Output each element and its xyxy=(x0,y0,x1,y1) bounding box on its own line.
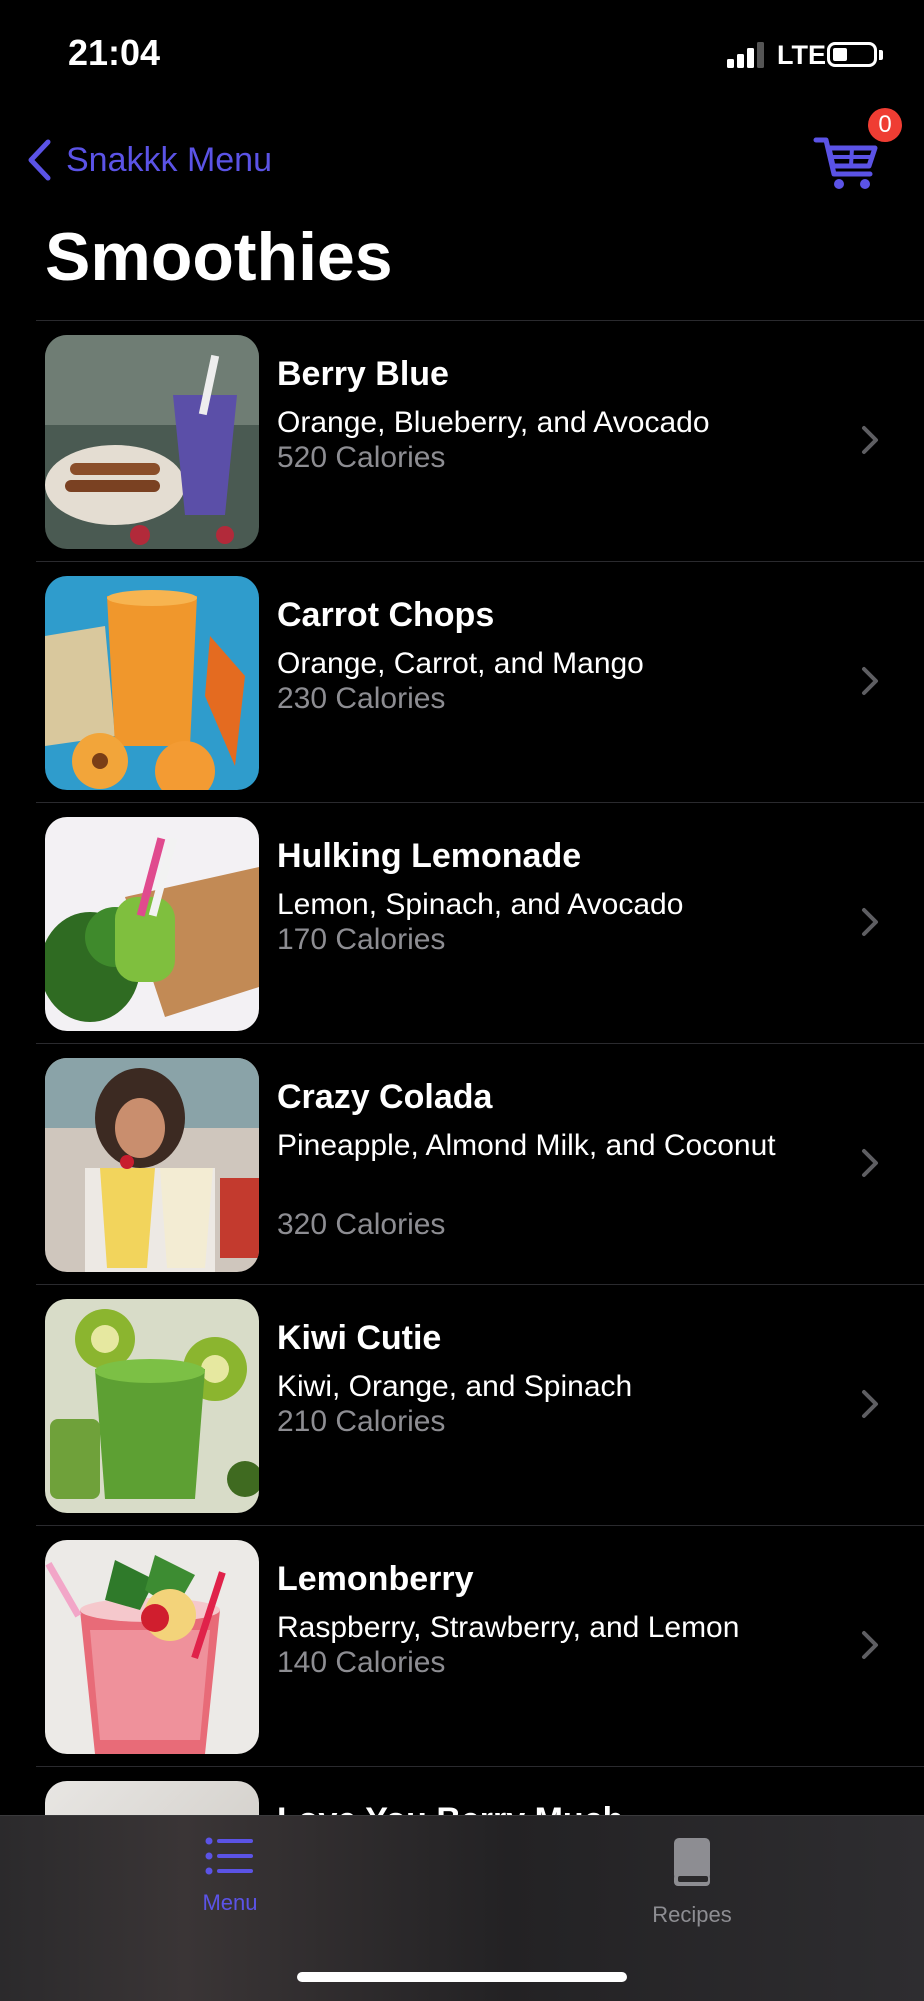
back-label: Snakkk Menu xyxy=(66,140,272,179)
chevron-right-icon xyxy=(862,908,878,936)
battery-icon xyxy=(827,42,877,67)
smoothie-ingredients: Lemon, Spinach, and Avocado xyxy=(277,888,684,921)
status-time: 21:04 xyxy=(68,32,161,73)
smoothie-calories: 320 Calories xyxy=(277,1208,446,1241)
smoothie-ingredients: Orange, Blueberry, and Avocado xyxy=(277,406,710,439)
page-title: Smoothies xyxy=(45,219,393,295)
list-item[interactable]: Carrot Chops Orange, Carrot, and Mango 2… xyxy=(36,561,924,802)
smoothie-image xyxy=(45,335,259,549)
chevron-right-icon xyxy=(862,667,878,695)
tab-menu-label: Menu xyxy=(202,1890,258,1915)
smoothie-ingredients: Raspberry, Strawberry, and Lemon xyxy=(277,1611,740,1644)
navigation-bar: Snakkk Menu xyxy=(0,120,924,200)
smoothie-image xyxy=(45,817,259,1031)
smoothie-image xyxy=(45,1299,259,1513)
smoothie-name: Lemonberry xyxy=(277,1560,474,1598)
tab-menu[interactable]: Menu xyxy=(140,1836,320,1956)
smoothie-name: Berry Blue xyxy=(277,355,449,393)
chevron-left-icon xyxy=(28,139,51,181)
smoothie-name: Carrot Chops xyxy=(277,596,495,634)
smoothie-calories: 210 Calories xyxy=(277,1405,446,1438)
chevron-right-icon xyxy=(862,426,878,454)
list-item[interactable]: Lemonberry Raspberry, Strawberry, and Le… xyxy=(36,1525,924,1766)
network-type: LTE xyxy=(777,40,826,70)
smoothie-image xyxy=(45,1540,259,1754)
signal-icon xyxy=(727,42,764,68)
smoothie-ingredients: Orange, Carrot, and Mango xyxy=(277,647,644,680)
smoothie-calories: 170 Calories xyxy=(277,923,446,956)
chevron-right-icon xyxy=(862,1631,878,1659)
smoothie-calories: 520 Calories xyxy=(277,441,446,474)
smoothie-calories: 230 Calories xyxy=(277,682,446,715)
chevron-right-icon xyxy=(862,1390,878,1418)
smoothie-name: Crazy Colada xyxy=(277,1078,493,1116)
list-icon xyxy=(205,1837,253,1875)
book-icon xyxy=(674,1838,710,1886)
battery-tip xyxy=(879,50,883,60)
smoothie-ingredients: Pineapple, Almond Milk, and Coconut xyxy=(277,1129,776,1162)
smoothie-calories: 140 Calories xyxy=(277,1646,446,1679)
list-item[interactable]: Kiwi Cutie Kiwi, Orange, and Spinach 210… xyxy=(36,1284,924,1525)
tab-recipes-label: Recipes xyxy=(652,1902,732,1927)
cart-count-badge: 0 xyxy=(868,108,902,142)
back-button[interactable]: Snakkk Menu xyxy=(26,137,272,183)
list-item[interactable]: Berry Blue Orange, Blueberry, and Avocad… xyxy=(36,320,924,561)
smoothie-image xyxy=(45,576,259,790)
smoothie-ingredients: Kiwi, Orange, and Spinach xyxy=(277,1370,633,1403)
smoothie-name: Kiwi Cutie xyxy=(277,1319,442,1357)
smoothie-image xyxy=(45,1058,259,1272)
chevron-right-icon xyxy=(862,1149,878,1177)
status-bar: 21:04 LTE xyxy=(0,0,924,110)
home-indicator xyxy=(297,1972,627,1982)
smoothie-name: Hulking Lemonade xyxy=(277,837,582,875)
list-item[interactable]: Crazy Colada Pineapple, Almond Milk, and… xyxy=(36,1043,924,1284)
smoothie-list: Berry Blue Orange, Blueberry, and Avocad… xyxy=(36,320,924,1827)
list-item[interactable]: Hulking Lemonade Lemon, Spinach, and Avo… xyxy=(36,802,924,1043)
tab-recipes[interactable]: Recipes xyxy=(602,1836,782,1956)
